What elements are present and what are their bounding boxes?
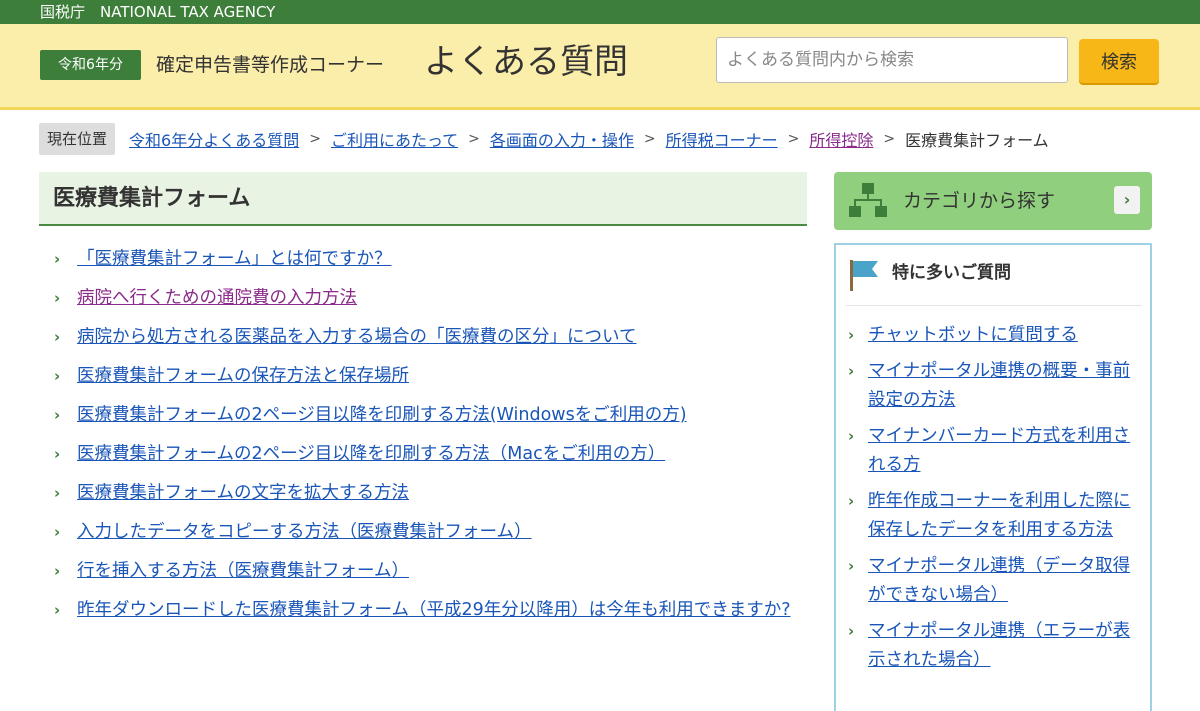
chevron-right-icon: > xyxy=(309,131,321,147)
chevron-right-icon: › xyxy=(54,445,61,463)
question-link[interactable]: 昨年ダウンロードした医療費集計フォーム（平成29年分以降用）は今年も利用できます… xyxy=(77,600,791,620)
list-item: › 行を挿入する方法（医療費集計フォーム） xyxy=(54,558,804,585)
breadcrumb-label: 現在位置 xyxy=(39,123,116,155)
search-input[interactable] xyxy=(716,37,1068,83)
list-item: › 病院へ行くための通院費の入力方法 xyxy=(54,285,804,312)
question-link[interactable]: 医療費集計フォームの2ページ目以降を印刷する方法(Windowsをご利用の方) xyxy=(77,405,687,425)
chevron-right-icon: › xyxy=(848,492,855,510)
chevron-right-icon: > xyxy=(468,131,480,147)
breadcrumb-link-faq-top[interactable]: 令和6年分よくある質問 xyxy=(129,127,299,151)
chevron-right-icon: › xyxy=(848,427,855,445)
list-item: › 医療費集計フォームの保存方法と保存場所 xyxy=(54,363,804,390)
breadcrumb-link-screen-input[interactable]: 各画面の入力・操作 xyxy=(490,127,634,151)
breadcrumb-current: 医療費集計フォーム xyxy=(905,131,1049,150)
popular-question-link[interactable]: マイナポータル連携の概要・事前設定の方法 xyxy=(868,361,1130,410)
hierarchy-icon xyxy=(849,183,887,217)
category-search-label: カテゴリから探す xyxy=(903,190,1056,212)
list-item: › 病院から処方される医薬品を入力する場合の「医療費の区分」について xyxy=(54,324,804,351)
chevron-right-icon: › xyxy=(54,601,61,619)
page-header: 令和6年分 確定申告書等作成コーナー よくある質問 検索 xyxy=(0,24,1200,110)
popular-question-link[interactable]: 昨年作成コーナーを利用した際に保存したデータを利用する方法 xyxy=(868,491,1131,540)
chevron-right-icon: › xyxy=(54,367,61,385)
breadcrumb-link-deductions[interactable]: 所得控除 xyxy=(809,127,873,151)
chevron-right-icon: › xyxy=(54,562,61,580)
section-heading: 医療費集計フォーム xyxy=(39,172,807,226)
list-item: › マイナポータル連携（エラーが表示された場合） xyxy=(848,617,1138,675)
question-link[interactable]: 医療費集計フォームの2ページ目以降を印刷する方法（Macをご利用の方） xyxy=(77,444,665,464)
chevron-right-icon: › xyxy=(848,557,855,575)
list-item: › 昨年作成コーナーを利用した際に保存したデータを利用する方法 xyxy=(848,487,1138,545)
page-title: よくある質問 xyxy=(424,42,628,82)
divider xyxy=(846,305,1142,306)
popular-questions-title: 特に多いご質問 xyxy=(892,263,1011,283)
agency-name: 国税庁 NATIONAL TAX AGENCY xyxy=(40,3,276,21)
flag-icon xyxy=(850,260,878,291)
question-link[interactable]: 医療費集計フォームの文字を拡大する方法 xyxy=(77,483,409,503)
question-link[interactable]: 入力したデータをコピーする方法（医療費集計フォーム） xyxy=(77,522,531,542)
list-item: › 医療費集計フォームの文字を拡大する方法 xyxy=(54,480,804,507)
chevron-right-icon: › xyxy=(848,622,855,640)
breadcrumb: 現在位置 令和6年分よくある質問 > ご利用にあたって > 各画面の入力・操作 … xyxy=(39,123,1159,155)
corner-label: 確定申告書等作成コーナー xyxy=(156,54,385,76)
popular-question-link[interactable]: マイナポータル連携（エラーが表示された場合） xyxy=(868,621,1130,670)
chevron-right-icon: > xyxy=(787,131,800,147)
question-link[interactable]: 行を挿入する方法（医療費集計フォーム） xyxy=(77,561,409,581)
chevron-right-icon: > xyxy=(883,131,896,147)
search-button[interactable]: 検索 xyxy=(1079,39,1159,83)
popular-question-link[interactable]: チャットボットに質問する xyxy=(868,325,1078,345)
chevron-right-icon: › xyxy=(54,328,61,346)
popular-question-link[interactable]: マイナポータル連携（データ取得ができない場合） xyxy=(868,556,1130,605)
question-list: › 「医療費集計フォーム」とは何ですか？ › 病院へ行くための通院費の入力方法 › 病… xyxy=(54,246,804,636)
chevron-right-icon: › xyxy=(54,523,61,541)
question-link[interactable]: 医療費集計フォームの保存方法と保存場所 xyxy=(77,366,409,386)
popular-questions-panel: 特に多いご質問 › チャットボットに質問する › マイナポータル連携の概要・事前設定… xyxy=(834,243,1152,711)
list-item: › 医療費集計フォームの2ページ目以降を印刷する方法(Windowsをご利用の方) xyxy=(54,402,804,429)
breadcrumb-link-usage[interactable]: ご利用にあたって xyxy=(331,127,458,151)
list-item: › マイナポータル連携（データ取得ができない場合） xyxy=(848,552,1138,610)
chevron-right-icon: › xyxy=(54,484,61,502)
question-link[interactable]: 病院へ行くための通院費の入力方法 xyxy=(77,288,357,308)
chevron-right-icon: › xyxy=(54,289,61,307)
question-link[interactable]: 病院から処方される医薬品を入力する場合の「医療費の区分」について xyxy=(77,327,636,347)
list-item: › 入力したデータをコピーする方法（医療費集計フォーム） xyxy=(54,519,804,546)
list-item: › マイナポータル連携の概要・事前設定の方法 xyxy=(848,357,1138,415)
list-item: › マイナンバーカード方式を利用される方 xyxy=(848,422,1138,480)
chevron-right-icon: > xyxy=(643,131,656,147)
chevron-right-icon[interactable]: › xyxy=(1114,186,1140,214)
question-link[interactable]: 「医療費集計フォーム」とは何ですか？ xyxy=(77,249,391,269)
chevron-right-icon: › xyxy=(54,406,61,424)
popular-question-list: › チャットボットに質問する › マイナポータル連携の概要・事前設定の方法 › マイナ… xyxy=(848,321,1138,682)
list-item: › 医療費集計フォームの2ページ目以降を印刷する方法（Macをご利用の方） xyxy=(54,441,804,468)
breadcrumb-link-income-tax[interactable]: 所得税コーナー xyxy=(666,127,778,151)
chevron-right-icon: › xyxy=(54,250,61,268)
agency-topbar: 国税庁 NATIONAL TAX AGENCY xyxy=(0,0,1200,24)
chevron-right-icon: › xyxy=(848,326,855,344)
list-item: › 昨年ダウンロードした医療費集計フォーム（平成29年分以降用）は今年も利用できま… xyxy=(54,597,804,624)
list-item: › 「医療費集計フォーム」とは何ですか？ xyxy=(54,246,804,273)
year-badge: 令和6年分 xyxy=(40,50,141,80)
chevron-right-icon: › xyxy=(848,362,855,380)
category-search-button[interactable]: カテゴリから探す xyxy=(834,172,1152,230)
list-item: › チャットボットに質問する xyxy=(848,321,1138,350)
popular-question-link[interactable]: マイナンバーカード方式を利用される方 xyxy=(868,426,1130,475)
